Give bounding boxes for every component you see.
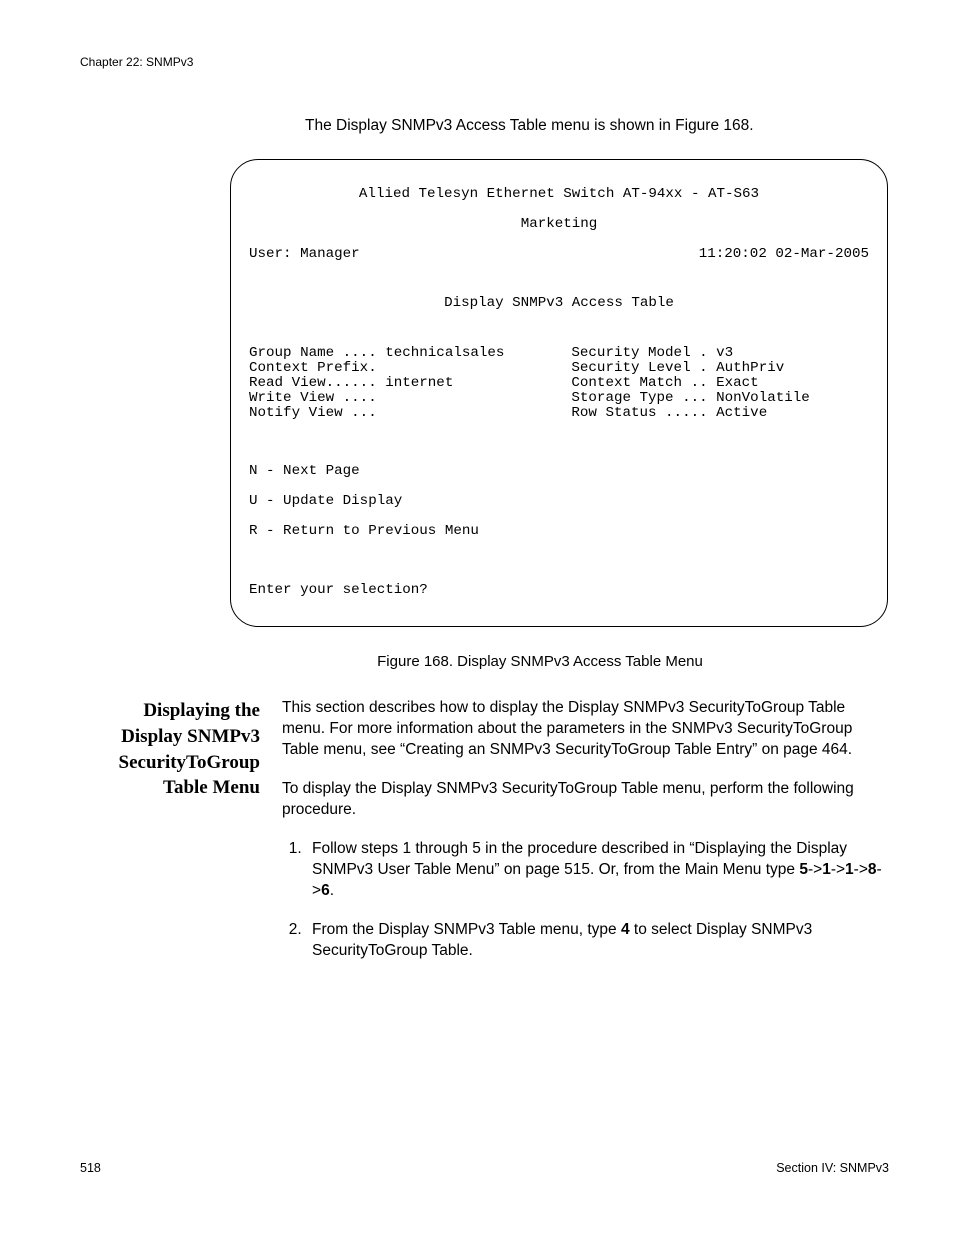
option-return: R - Return to Previous Menu (249, 524, 869, 539)
terminal-timestamp: 11:20:02 02-Mar-2005 (699, 247, 869, 262)
figure-caption: Figure 168. Display SNMPv3 Access Table … (235, 653, 845, 670)
page: Chapter 22: SNMPv3 The Display SNMPv3 Ac… (0, 0, 954, 1235)
option-next: N - Next Page (249, 464, 869, 479)
step1-sep2: -> (831, 861, 845, 878)
context-match-row: Context Match .. Exact (571, 376, 869, 391)
terminal-user-row: User: Manager 11:20:02 02-Mar-2005 (249, 247, 869, 262)
step-2: From the Display SNMPv3 Table menu, type… (306, 920, 889, 962)
terminal-title: Allied Telesyn Ethernet Switch AT-94xx -… (249, 187, 869, 202)
terminal-menu-title: Display SNMPv3 Access Table (249, 296, 869, 311)
security-level-row: Security Level . AuthPriv (571, 361, 869, 376)
step1-sep3: -> (854, 861, 868, 878)
intro-paragraph: The Display SNMPv3 Access Table menu is … (305, 117, 889, 135)
option-update: U - Update Display (249, 494, 869, 509)
notify-view-row: Notify View ... (249, 406, 571, 421)
section-label: Section IV: SNMPv3 (776, 1161, 889, 1175)
section-lead-para: To display the Display SNMPv3 SecurityTo… (282, 779, 889, 821)
read-view-row: Read View...... internet (249, 376, 571, 391)
terminal-screen: Allied Telesyn Ethernet Switch AT-94xx -… (230, 159, 888, 627)
step1-key-a: 5 (799, 861, 808, 878)
section-intro-para: This section describes how to display th… (282, 698, 889, 761)
step1-key-b: 1 (822, 861, 831, 878)
terminal-data-grid: Group Name .... technicalsalesSecurity M… (249, 346, 869, 421)
body-section: Displaying the Display SNMPv3 SecurityTo… (80, 698, 889, 979)
terminal-subtitle: Marketing (249, 217, 869, 232)
body-content: This section describes how to display th… (282, 698, 889, 979)
security-model-row: Security Model . v3 (571, 346, 869, 361)
step1-key-c: 1 (845, 861, 854, 878)
step1-sep1: -> (808, 861, 822, 878)
context-prefix-row: Context Prefix. (249, 361, 571, 376)
page-number: 518 (80, 1161, 101, 1175)
terminal-user: User: Manager (249, 247, 360, 262)
step1-key-e: 6 (321, 882, 330, 899)
page-footer: 518 Section IV: SNMPv3 (80, 1161, 889, 1175)
storage-type-row: Storage Type ... NonVolatile (571, 391, 869, 406)
step1-text: Follow steps 1 through 5 in the procedur… (312, 840, 847, 878)
group-name-row: Group Name .... technicalsales (249, 346, 571, 361)
step1-end: . (330, 882, 334, 899)
row-status-row: Row Status ..... Active (571, 406, 869, 421)
step2-pre: From the Display SNMPv3 Table menu, type (312, 921, 621, 938)
section-heading: Displaying the Display SNMPv3 SecurityTo… (80, 698, 260, 801)
step2-key: 4 (621, 921, 630, 938)
terminal-prompt: Enter your selection? (249, 583, 869, 598)
write-view-row: Write View .... (249, 391, 571, 406)
running-header: Chapter 22: SNMPv3 (80, 55, 889, 69)
step1-key-d: 8 (868, 861, 877, 878)
step-1: Follow steps 1 through 5 in the procedur… (306, 839, 889, 902)
